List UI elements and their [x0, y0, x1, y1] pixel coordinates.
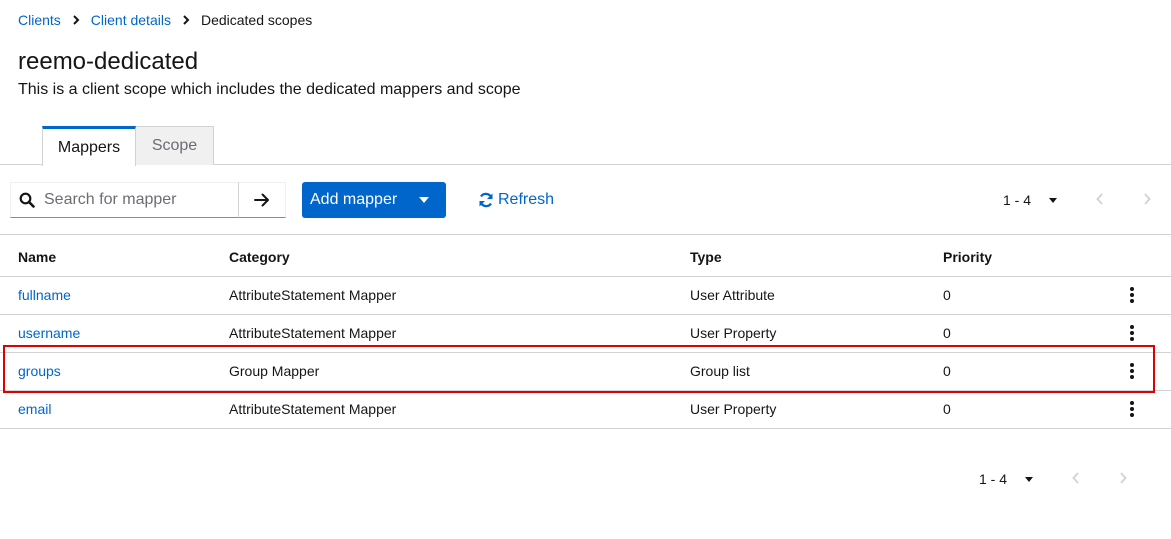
breadcrumb: Clients Client details Dedicated scopes	[18, 11, 312, 29]
mapper-type: User Property	[690, 325, 777, 341]
search-submit-button[interactable]	[238, 182, 286, 218]
search-input[interactable]	[42, 190, 232, 210]
mapper-name-link[interactable]: username	[18, 325, 80, 341]
pagination-bottom: 1 - 4	[979, 470, 1034, 488]
mapper-priority: 0	[943, 287, 951, 303]
mapper-category: AttributeStatement Mapper	[229, 401, 397, 417]
kebab-menu-icon[interactable]	[1130, 287, 1134, 303]
add-mapper-label: Add mapper	[310, 191, 398, 208]
pagination-top: 1 - 4	[1003, 191, 1058, 209]
previous-page-icon[interactable]	[1096, 193, 1104, 205]
chevron-right-icon	[73, 15, 80, 25]
refresh-icon	[479, 192, 493, 208]
breadcrumb-client-details-link[interactable]: Client details	[91, 12, 171, 28]
column-header-name[interactable]: Name	[18, 249, 56, 265]
breadcrumb-current: Dedicated scopes	[200, 12, 313, 28]
mapper-type: User Property	[690, 401, 777, 417]
next-page-icon[interactable]	[1119, 472, 1127, 484]
pagination-range[interactable]: 1 - 4	[979, 471, 1007, 487]
refresh-label: Refresh	[498, 191, 555, 208]
pagination-range[interactable]: 1 - 4	[1003, 192, 1031, 208]
arrow-right-icon	[254, 193, 269, 207]
caret-down-icon[interactable]	[1049, 197, 1058, 203]
refresh-button[interactable]: Refresh	[478, 189, 554, 211]
kebab-menu-icon[interactable]	[1130, 325, 1134, 341]
page-title: reemo-dedicated	[18, 48, 199, 75]
mapper-category: AttributeStatement Mapper	[229, 325, 397, 341]
previous-page-icon[interactable]	[1072, 472, 1080, 484]
caret-down-icon[interactable]	[1025, 476, 1034, 482]
mapper-name-link[interactable]: fullname	[18, 287, 71, 303]
mapper-type: User Attribute	[690, 287, 775, 303]
table-top-border	[0, 234, 1171, 235]
highlight-box	[3, 345, 1155, 393]
mapper-name-link[interactable]: email	[18, 401, 51, 417]
tab-scope[interactable]: Scope	[136, 126, 214, 165]
row-divider	[0, 276, 1171, 277]
tab-mappers[interactable]: Mappers	[42, 126, 136, 166]
search-icon	[19, 192, 35, 208]
mapper-category: AttributeStatement Mapper	[229, 287, 397, 303]
mapper-priority: 0	[943, 325, 951, 341]
kebab-menu-icon[interactable]	[1130, 401, 1134, 417]
page-description: This is a client scope which includes th…	[18, 81, 521, 98]
caret-down-icon	[419, 197, 429, 203]
column-header-priority: Priority	[943, 249, 993, 265]
mapper-priority: 0	[943, 401, 951, 417]
next-page-icon[interactable]	[1143, 193, 1151, 205]
add-mapper-button[interactable]: Add mapper	[302, 182, 446, 218]
column-header-category: Category	[229, 249, 290, 265]
column-header-type: Type	[690, 249, 722, 265]
chevron-right-icon	[183, 15, 190, 25]
row-divider	[0, 428, 1171, 429]
row-divider	[0, 314, 1171, 315]
search-box	[10, 182, 239, 218]
breadcrumb-clients-link[interactable]: Clients	[18, 12, 61, 28]
